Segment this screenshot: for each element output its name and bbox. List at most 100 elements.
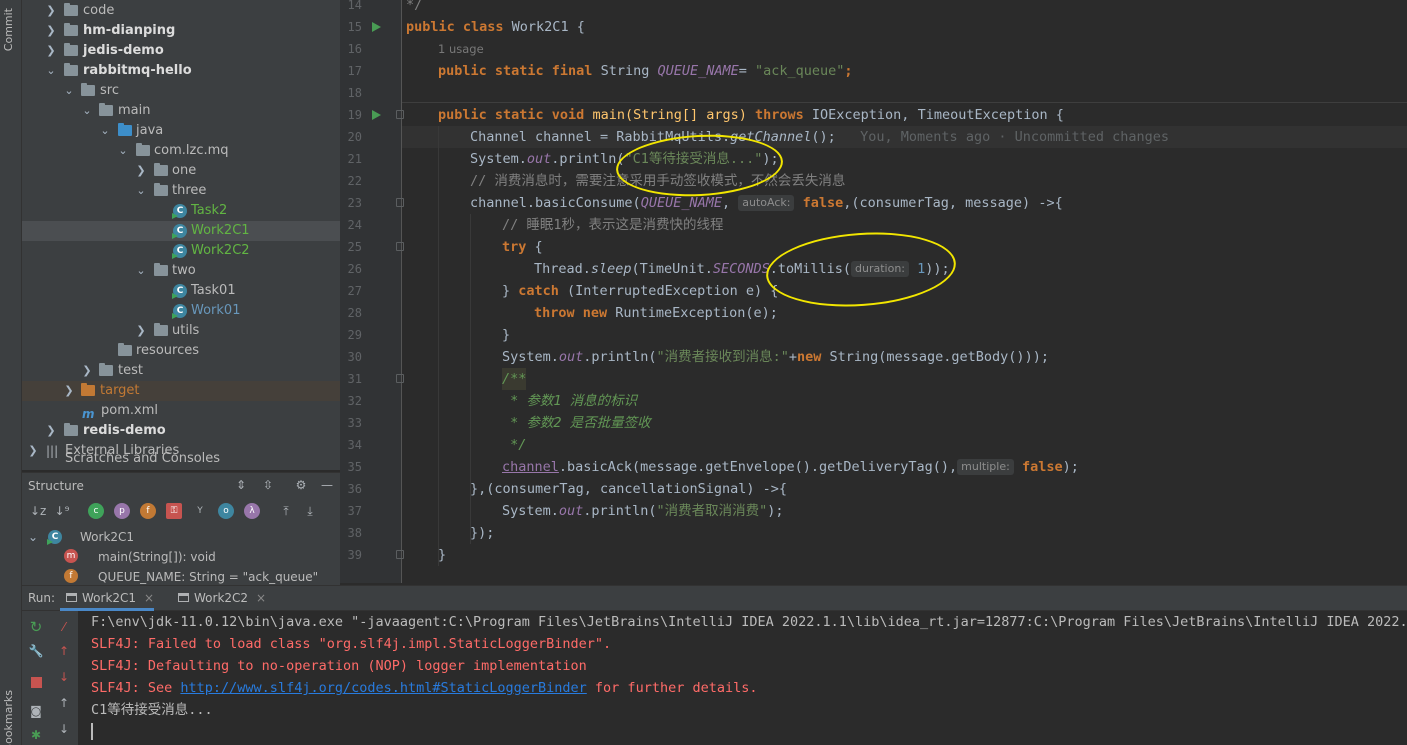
chevron-down-icon[interactable]: ⌄ <box>134 261 148 281</box>
chevron-down-icon[interactable]: ⌄ <box>44 61 58 81</box>
tree-item-pom-xml[interactable]: m pom.xml <box>22 401 340 421</box>
code-line-16: public static final String QUEUE_NAME= "… <box>438 63 853 79</box>
show-non-public-icon[interactable]: ⚿ <box>166 503 182 519</box>
tree-item-task01[interactable]: C Task01 <box>22 281 340 301</box>
scroll-up-icon[interactable]: ↑ <box>56 695 72 711</box>
tree-item-jedis-demo[interactable]: ❯ jedis-demo <box>22 41 340 61</box>
wrench-icon[interactable]: 🔧 <box>28 643 44 659</box>
fold-marker[interactable] <box>396 374 404 383</box>
chevron-right-icon[interactable]: ❯ <box>62 381 76 401</box>
run-main-icon[interactable] <box>372 110 381 120</box>
run-tab-work2c2[interactable]: Work2C2 × <box>172 586 266 611</box>
chevron-right-icon[interactable]: ❯ <box>134 161 148 181</box>
close-icon[interactable]: × <box>256 591 266 605</box>
show-fields-icon[interactable]: f <box>140 503 156 519</box>
chevron-right-icon[interactable]: ❯ <box>44 41 58 61</box>
minimize-icon[interactable]: — <box>319 477 335 493</box>
chevron-right-icon[interactable]: ❯ <box>26 441 40 461</box>
module-folder-icon <box>64 423 78 436</box>
tree-item-resources[interactable]: resources <box>22 341 340 361</box>
rerun-icon[interactable]: ↻ <box>28 619 44 635</box>
chevron-right-icon[interactable]: ❯ <box>44 421 58 441</box>
chevron-down-icon[interactable]: ⌄ <box>98 121 112 141</box>
chevron-down-icon[interactable]: ⌄ <box>134 181 148 201</box>
folder-icon <box>99 103 113 116</box>
scroll-down-icon[interactable]: ↓ <box>56 721 72 737</box>
tree-item-scratches[interactable]: Scratches and Consoles <box>22 451 340 470</box>
chevron-down-icon[interactable]: ⌄ <box>28 527 38 547</box>
tree-item-one[interactable]: ❯ one <box>22 161 340 181</box>
fold-marker[interactable] <box>396 110 404 119</box>
code-line-22: channel.basicConsume(QUEUE_NAME, autoAck… <box>470 195 1063 211</box>
expand-all-icon[interactable]: ⇕ <box>233 477 249 493</box>
tree-item-task2[interactable]: C Task2 <box>22 201 340 221</box>
chevron-right-icon[interactable]: ❯ <box>134 321 148 341</box>
fold-marker[interactable] <box>396 242 404 251</box>
show-hierarchy-icon[interactable]: Y <box>192 503 208 519</box>
usage-hint[interactable]: 1 usage <box>438 42 484 56</box>
sort-visibility-icon[interactable]: ↓⁹ <box>54 503 70 519</box>
show-anonymous-icon[interactable]: o <box>218 503 234 519</box>
folder-icon <box>99 363 113 376</box>
collapse-all-icon[interactable]: ⇳ <box>260 477 276 493</box>
tree-item-two[interactable]: ⌄ two <box>22 261 340 281</box>
tree-item-rabbitmq-hello[interactable]: ⌄ rabbitmq-hello <box>22 61 340 81</box>
chevron-right-icon[interactable]: ❯ <box>44 21 58 41</box>
line-number: 24 <box>347 218 362 232</box>
tree-item-src[interactable]: ⌄ src <box>22 81 340 101</box>
code-line-36: System.out.println("消费者取消消费"); <box>502 503 784 519</box>
tree-item-three[interactable]: ⌄ three <box>22 181 340 201</box>
stop-icon[interactable] <box>28 675 44 691</box>
run-class-icon[interactable] <box>372 22 381 32</box>
down-icon[interactable]: ↓ <box>56 669 72 685</box>
run-tab-work2c1[interactable]: Work2C1 × <box>60 586 155 611</box>
fold-marker[interactable] <box>396 550 404 559</box>
tree-item-hm-dianping[interactable]: ❯ hm-dianping <box>22 21 340 41</box>
slf4j-link[interactable]: http://www.slf4j.org/codes.html#StaticLo… <box>180 680 586 696</box>
tree-item-code[interactable]: ❯ code <box>22 1 340 21</box>
tree-item-redis-demo[interactable]: ❯ redis-demo <box>22 421 340 441</box>
package-icon <box>154 183 168 196</box>
chevron-down-icon[interactable]: ⌄ <box>80 101 94 121</box>
tree-item-work01[interactable]: C Work01 <box>22 301 340 321</box>
code-line-15: public class Work2C1 { <box>406 19 585 35</box>
console-line-err: SLF4J: Failed to load class "org.slf4j.i… <box>91 636 612 652</box>
tree-item-work2c1[interactable]: C Work2C1 <box>22 221 340 241</box>
clear-icon[interactable]: ⁄ <box>56 619 72 635</box>
code-line-19: Channel channel = RabbitMqUtils.getChann… <box>470 129 1170 145</box>
chevron-right-icon[interactable]: ❯ <box>80 361 94 381</box>
param-hint: multiple: <box>957 459 1014 475</box>
show-inherited-icon[interactable]: c <box>88 503 104 519</box>
code-editor[interactable]: 14 15 16 17 18 19 20 21 22 23 24 25 26 27 28 29 30 31 32 33… <box>340 0 1407 583</box>
run-console[interactable]: F:\env\jdk-11.0.12\bin\java.exe "-javaag… <box>78 611 1407 745</box>
tree-item-java[interactable]: ⌄ java <box>22 121 340 141</box>
autoscroll-from-source-icon[interactable]: ⤓ <box>302 503 318 519</box>
line-number: 19 <box>347 108 362 122</box>
java-class-icon: C <box>173 244 187 258</box>
libraries-icon: ||| <box>46 444 59 458</box>
tree-item-target[interactable]: ❯ target <box>22 381 340 401</box>
chevron-down-icon[interactable]: ⌄ <box>62 81 76 101</box>
close-icon[interactable]: × <box>144 591 154 605</box>
tree-item-com-lzc-mq[interactable]: ⌄ com.lzc.mq <box>22 141 340 161</box>
autoscroll-to-source-icon[interactable]: ⤒ <box>278 503 294 519</box>
tree-item-utils[interactable]: ❯ utils <box>22 321 340 341</box>
camera-icon[interactable]: ◙ <box>28 703 44 719</box>
commit-tool-button[interactable]: Commit <box>2 8 15 51</box>
tree-item-test[interactable]: ❯ test <box>22 361 340 381</box>
param-hint: autoAck: <box>738 195 795 211</box>
show-lambdas-icon[interactable]: λ <box>244 503 260 519</box>
up-icon[interactable]: ↑ <box>56 643 72 659</box>
sort-alpha-icon[interactable]: ↓z <box>30 503 46 519</box>
chevron-down-icon[interactable]: ⌄ <box>116 141 130 161</box>
debug-icon[interactable]: ✱ <box>28 727 44 743</box>
gear-icon[interactable]: ⚙ <box>293 477 309 493</box>
tree-item-main[interactable]: ⌄ main <box>22 101 340 121</box>
fold-marker[interactable] <box>396 198 404 207</box>
chevron-right-icon[interactable]: ❯ <box>44 1 58 21</box>
bookmarks-tool-button[interactable]: Bookmarks <box>2 690 15 745</box>
code-line-26: } catch (InterruptedException e) { <box>502 283 779 299</box>
show-properties-icon[interactable]: p <box>114 503 130 519</box>
line-number: 36 <box>347 482 362 496</box>
tree-item-work2c2[interactable]: C Work2C2 <box>22 241 340 261</box>
